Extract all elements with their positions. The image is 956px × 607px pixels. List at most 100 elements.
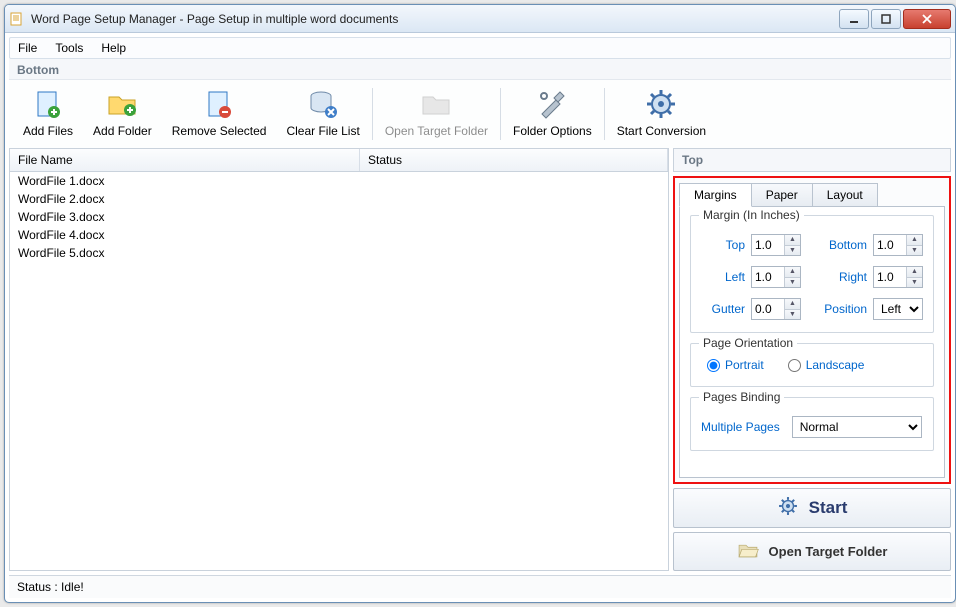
margin-bottom-label: Bottom [823, 238, 867, 252]
tab-margins[interactable]: Margins [679, 183, 752, 207]
add-folder-label: Add Folder [93, 124, 152, 138]
list-item[interactable]: WordFile 1.docx [10, 172, 668, 190]
list-item[interactable]: WordFile 5.docx [10, 244, 668, 262]
toolbar-separator [604, 88, 605, 140]
status-bar: Status : Idle! [9, 575, 951, 598]
main-body: File Name Status WordFile 1.docx WordFil… [5, 148, 955, 575]
section-bottom-label: Bottom [9, 59, 951, 80]
remove-selected-button[interactable]: Remove Selected [162, 84, 277, 144]
settings-highlight: Margins Paper Layout Margin (In Inches) … [673, 176, 951, 484]
margin-top-spinner[interactable]: ▲▼ [751, 234, 801, 256]
clear-list-icon [307, 88, 339, 120]
binding-fieldset: Pages Binding Multiple Pages Normal [690, 397, 934, 451]
spin-up-icon[interactable]: ▲ [907, 267, 922, 278]
start-label: Start [809, 498, 848, 518]
titlebar: Word Page Setup Manager - Page Setup in … [5, 5, 955, 33]
top-label: Top [673, 148, 951, 172]
spin-up-icon[interactable]: ▲ [785, 235, 800, 246]
folder-open-icon [737, 539, 759, 564]
open-target-folder-button[interactable]: Open Target Folder [673, 532, 951, 572]
landscape-radio-label[interactable]: Landscape [788, 358, 865, 372]
portrait-radio-label[interactable]: Portrait [707, 358, 764, 372]
margin-right-label: Right [823, 270, 867, 284]
status-text: Status : Idle! [17, 580, 84, 594]
app-icon [9, 11, 25, 27]
gutter-label: Gutter [701, 302, 745, 316]
start-conversion-button[interactable]: Start Conversion [607, 84, 716, 144]
list-item[interactable]: WordFile 4.docx [10, 226, 668, 244]
tab-layout[interactable]: Layout [812, 183, 878, 207]
spin-up-icon[interactable]: ▲ [907, 235, 922, 246]
spin-up-icon[interactable]: ▲ [785, 299, 800, 310]
add-files-button[interactable]: Add Files [13, 84, 83, 144]
open-target-label: Open Target Folder [769, 544, 888, 559]
spin-down-icon[interactable]: ▼ [785, 310, 800, 320]
clear-file-list-label: Clear File List [286, 124, 359, 138]
list-item[interactable]: WordFile 2.docx [10, 190, 668, 208]
margin-bottom-input[interactable] [874, 235, 906, 255]
col-file-name[interactable]: File Name [10, 149, 360, 171]
multiple-pages-select[interactable]: Normal [792, 416, 922, 438]
list-item[interactable]: WordFile 3.docx [10, 208, 668, 226]
tabs: Margins Paper Layout [679, 182, 945, 206]
folder-options-label: Folder Options [513, 124, 592, 138]
gutter-input[interactable] [752, 299, 784, 319]
menu-file[interactable]: File [18, 41, 37, 55]
file-add-icon [32, 88, 64, 120]
file-list-panel: File Name Status WordFile 1.docx WordFil… [9, 148, 669, 571]
margin-top-input[interactable] [752, 235, 784, 255]
app-window: Word Page Setup Manager - Page Setup in … [4, 4, 956, 603]
menu-tools[interactable]: Tools [55, 41, 83, 55]
add-folder-button[interactable]: Add Folder [83, 84, 162, 144]
margin-fieldset: Margin (In Inches) Top ▲▼ Bottom ▲▼ [690, 215, 934, 333]
spin-down-icon[interactable]: ▼ [907, 278, 922, 288]
gutter-spinner[interactable]: ▲▼ [751, 298, 801, 320]
spin-up-icon[interactable]: ▲ [785, 267, 800, 278]
margin-left-spinner[interactable]: ▲▼ [751, 266, 801, 288]
margin-left-label: Left [701, 270, 745, 284]
margin-bottom-spinner[interactable]: ▲▼ [873, 234, 923, 256]
minimize-button[interactable] [839, 9, 869, 29]
file-list[interactable]: WordFile 1.docx WordFile 2.docx WordFile… [10, 172, 668, 570]
portrait-radio[interactable] [707, 359, 720, 372]
folder-open-icon [420, 88, 452, 120]
spin-down-icon[interactable]: ▼ [785, 246, 800, 256]
folder-add-icon [106, 88, 138, 120]
folder-options-button[interactable]: Folder Options [503, 84, 602, 144]
col-status[interactable]: Status [360, 149, 668, 171]
remove-selected-label: Remove Selected [172, 124, 267, 138]
close-button[interactable] [903, 9, 951, 29]
landscape-radio[interactable] [788, 359, 801, 372]
start-button[interactable]: Start [673, 488, 951, 528]
spin-down-icon[interactable]: ▼ [907, 246, 922, 256]
margin-left-input[interactable] [752, 267, 784, 287]
file-remove-icon [203, 88, 235, 120]
position-label: Position [817, 302, 867, 316]
position-select[interactable]: Left [873, 298, 923, 320]
margin-legend: Margin (In Inches) [699, 208, 804, 222]
orientation-legend: Page Orientation [699, 336, 797, 350]
add-files-label: Add Files [23, 124, 73, 138]
toolbar-separator [372, 88, 373, 140]
menubar: File Tools Help [9, 37, 951, 59]
tab-content: Margin (In Inches) Top ▲▼ Bottom ▲▼ [679, 206, 945, 478]
maximize-button[interactable] [871, 9, 901, 29]
margin-right-spinner[interactable]: ▲▼ [873, 266, 923, 288]
tab-paper[interactable]: Paper [751, 183, 813, 207]
margin-top-label: Top [701, 238, 745, 252]
spin-down-icon[interactable]: ▼ [785, 278, 800, 288]
clear-file-list-button[interactable]: Clear File List [276, 84, 369, 144]
orientation-fieldset: Page Orientation Portrait Landscape [690, 343, 934, 387]
tools-icon [536, 88, 568, 120]
menu-help[interactable]: Help [101, 41, 126, 55]
gear-icon [777, 495, 799, 520]
open-target-folder-label: Open Target Folder [385, 124, 488, 138]
window-buttons [839, 9, 951, 29]
start-conversion-label: Start Conversion [617, 124, 706, 138]
toolbar: Add Files Add Folder Remove Selected Cle… [9, 80, 951, 148]
multiple-pages-label: Multiple Pages [701, 420, 780, 434]
open-target-folder-toolbar-button: Open Target Folder [375, 84, 498, 144]
toolbar-separator [500, 88, 501, 140]
margin-right-input[interactable] [874, 267, 906, 287]
settings-panel: Top Margins Paper Layout Margin (In Inch… [673, 148, 951, 571]
